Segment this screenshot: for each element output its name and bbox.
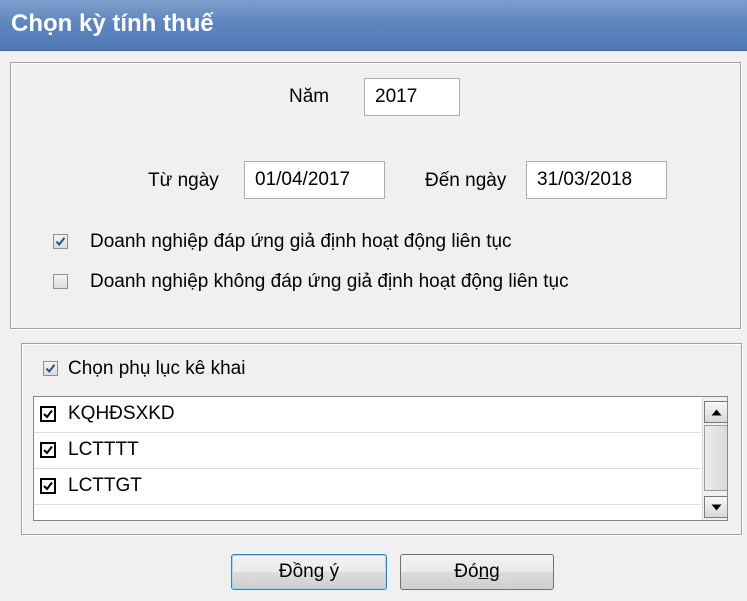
scroll-up-button[interactable] bbox=[704, 401, 727, 423]
arrow-down-icon bbox=[711, 504, 721, 510]
appendix-list[interactable]: KQHĐSXKD LCTTTT LCTTGT bbox=[33, 396, 728, 521]
from-date-label: Từ ngày bbox=[148, 170, 219, 191]
list-item[interactable]: KQHĐSXKD bbox=[34, 397, 701, 433]
to-date-label: Đến ngày bbox=[425, 170, 507, 191]
checkmark-icon bbox=[55, 237, 66, 247]
checkmark-icon bbox=[45, 364, 56, 374]
item-label: LCTTGT bbox=[68, 475, 142, 496]
scroll-down-button[interactable] bbox=[704, 496, 727, 518]
ok-button[interactable]: Đồng ý bbox=[231, 554, 387, 590]
from-date-field[interactable] bbox=[244, 161, 385, 199]
to-date-field[interactable] bbox=[526, 161, 667, 199]
not-going-concern-label: Doanh nghiệp không đáp ứng giả định hoạt… bbox=[90, 271, 569, 292]
title-bar: Chọn kỳ tính thuế bbox=[0, 0, 747, 51]
going-concern-label: Doanh nghiệp đáp ứng giả định hoạt động … bbox=[90, 231, 512, 252]
scroll-thumb[interactable] bbox=[704, 425, 727, 491]
list-scrollbar[interactable] bbox=[702, 397, 727, 520]
not-going-concern-checkbox[interactable] bbox=[53, 274, 68, 289]
checkmark-icon bbox=[43, 481, 53, 491]
checkmark-icon bbox=[43, 409, 53, 419]
arrow-up-icon bbox=[711, 409, 721, 415]
close-button[interactable]: Đóng bbox=[400, 554, 554, 590]
list-item[interactable]: LCTTGT bbox=[34, 469, 701, 505]
going-concern-checkbox[interactable] bbox=[53, 234, 68, 249]
year-label: Năm bbox=[289, 86, 330, 107]
checkmark-icon bbox=[43, 445, 53, 455]
item-label: LCTTTT bbox=[68, 439, 139, 460]
year-field[interactable] bbox=[364, 78, 460, 116]
list-item[interactable]: LCTTTT bbox=[34, 433, 701, 469]
close-label: Đóng bbox=[454, 561, 500, 582]
item-checkbox[interactable] bbox=[40, 442, 56, 458]
window-title: Chọn kỳ tính thuế bbox=[11, 10, 214, 37]
item-label: KQHĐSXKD bbox=[68, 403, 175, 424]
ok-label: Đồng ý bbox=[278, 561, 340, 582]
item-checkbox[interactable] bbox=[40, 406, 56, 422]
item-checkbox[interactable] bbox=[40, 478, 56, 494]
select-appendix-label: Chọn phụ lục kê khai bbox=[68, 358, 246, 379]
select-appendix-checkbox[interactable] bbox=[43, 361, 58, 376]
